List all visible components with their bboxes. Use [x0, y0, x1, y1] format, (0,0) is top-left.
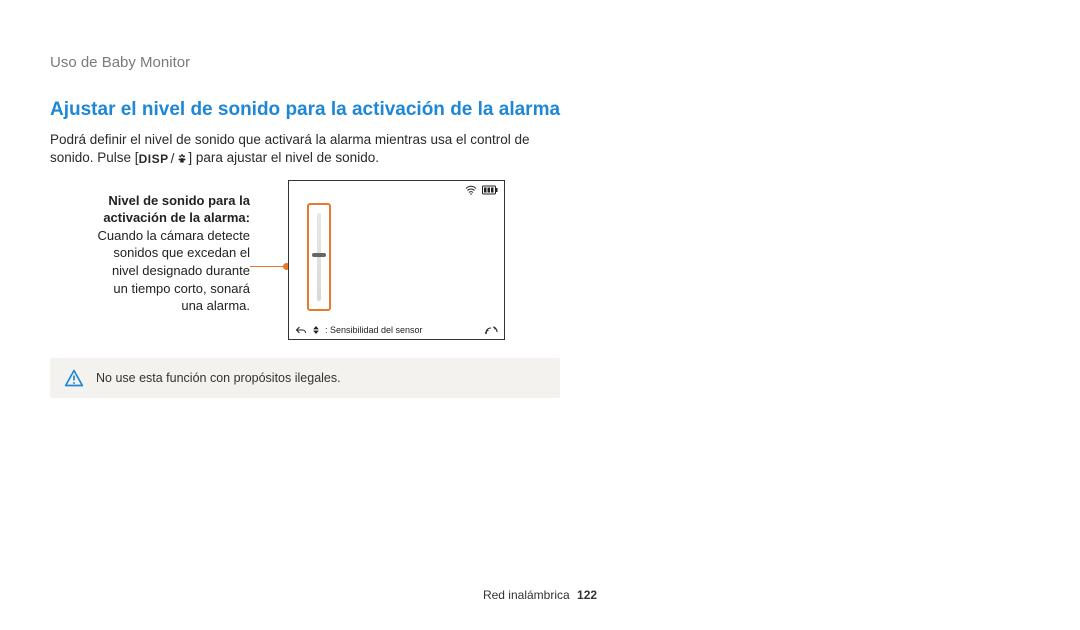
breadcrumb: Uso de Baby Monitor	[50, 54, 1030, 71]
callout-connector	[250, 180, 274, 300]
caption-line-3: nivel designado durante	[50, 262, 250, 280]
camera-screen-illustration: : Sensibilidad del sensor	[288, 180, 505, 340]
slash: /	[171, 150, 175, 168]
footer-section-label: Red inalámbrica	[483, 588, 570, 602]
warning-callout: No use esta función con propósitos ilega…	[50, 358, 560, 398]
caption-bold-1: Nivel de sonido para la	[50, 192, 250, 210]
intro-text-2: ] para ajustar el nivel de sonido.	[188, 150, 379, 165]
page-number: 122	[577, 588, 597, 602]
caption-line-5: una alarma.	[50, 297, 250, 315]
wifi-icon	[465, 185, 477, 195]
section-heading: Ajustar el nivel de sonido para la activ…	[50, 99, 1030, 121]
battery-icon	[482, 185, 498, 195]
warning-triangle-icon	[64, 368, 84, 388]
caption-line-2: sonidos que excedan el	[50, 244, 250, 262]
slider-thumb	[312, 253, 326, 257]
sensitivity-label: : Sensibilidad del sensor	[325, 325, 423, 335]
disp-label: DISP	[139, 151, 169, 167]
figure-caption: Nivel de sonido para la activación de la…	[50, 180, 250, 315]
figure-row: Nivel de sonido para la activación de la…	[50, 180, 1030, 340]
caption-line-4: un tiempo corto, sonará	[50, 280, 250, 298]
back-icon	[295, 325, 307, 335]
caption-bold-2: activación de la alarma:	[50, 209, 250, 227]
warning-text: No use esta función con propósitos ilega…	[96, 371, 341, 385]
sound-level-slider	[307, 203, 331, 311]
caption-line-1: Cuando la cámara detecte	[50, 227, 250, 245]
up-down-triangles-icon	[313, 326, 319, 334]
signal-waves-icon	[484, 325, 498, 335]
button-combo-icon: DISP/	[139, 150, 189, 168]
macro-flower-icon	[176, 153, 188, 165]
page-footer: Red inalámbrica 122	[0, 588, 1080, 602]
intro-paragraph: Podrá definir el nivel de sonido que act…	[50, 131, 560, 168]
